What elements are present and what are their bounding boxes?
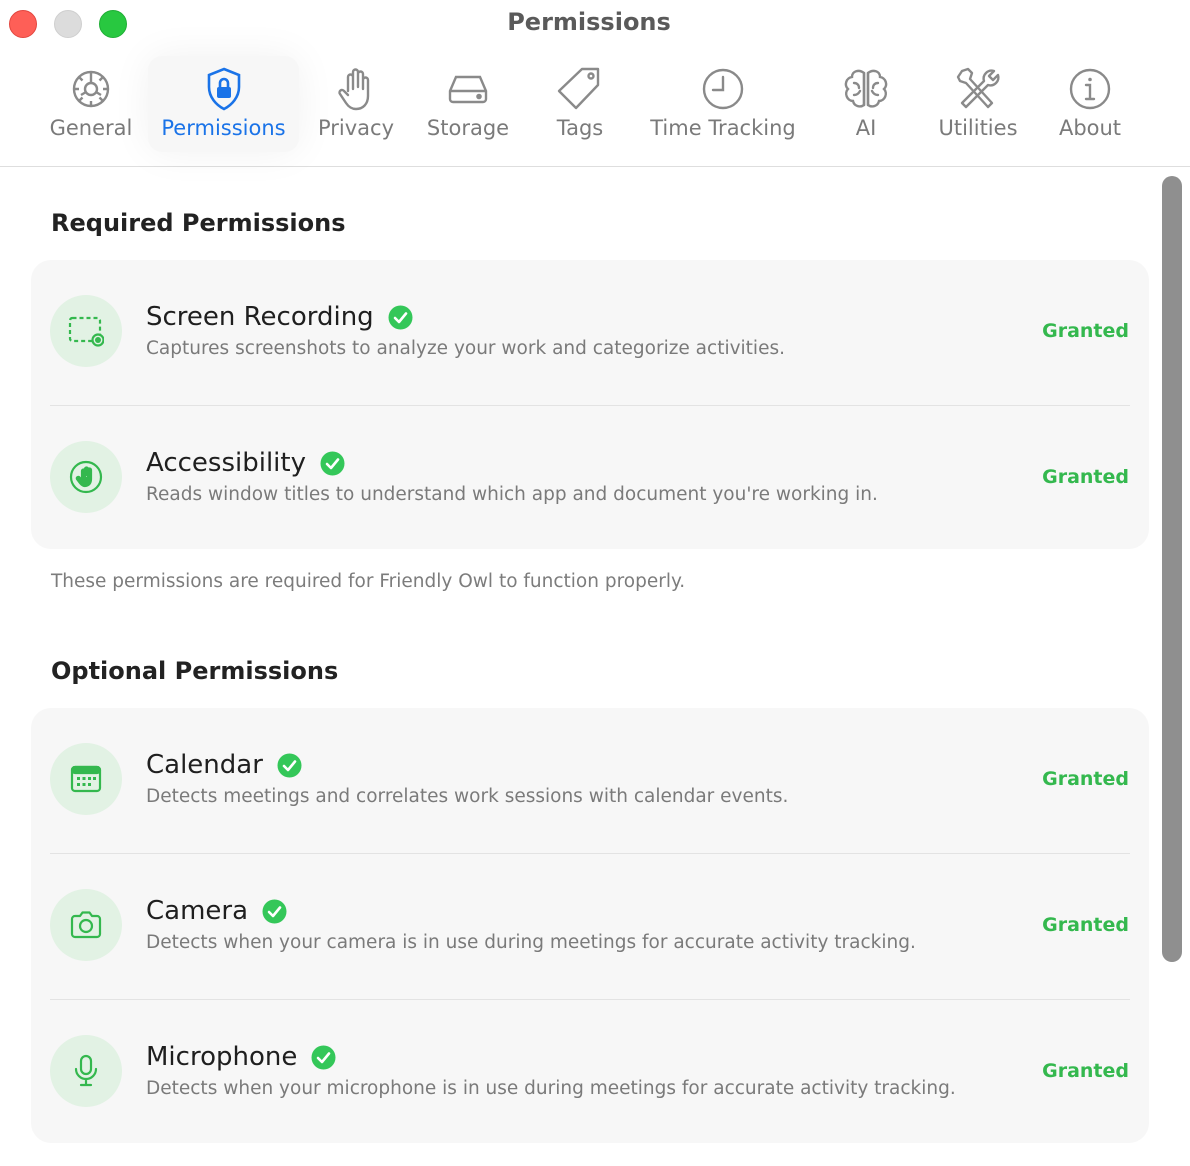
camera-icon [50, 889, 122, 961]
permission-row-calendar: Calendar Detects meetings and correlates… [31, 708, 1149, 854]
permission-description: Detects meetings and correlates work ses… [146, 786, 789, 807]
check-icon [262, 899, 287, 924]
tab-label: Privacy [317, 116, 395, 140]
permission-title: Calendar [146, 750, 302, 780]
status-badge: Granted [1042, 914, 1129, 936]
screen-recording-icon [50, 295, 122, 367]
tab-permissions[interactable]: Permissions [148, 56, 299, 152]
microphone-icon [50, 1035, 122, 1107]
permission-title: Microphone [146, 1042, 336, 1072]
tab-label: AI [855, 116, 877, 140]
gear-icon [65, 65, 117, 113]
permission-row-microphone: Microphone Detects when your microphone … [31, 1000, 1149, 1146]
clock-icon [697, 65, 749, 113]
tab-time-tracking[interactable]: Time Tracking [640, 56, 806, 152]
section-title-required: Required Permissions [51, 209, 346, 237]
check-icon [277, 753, 302, 778]
tab-label: Permissions [161, 116, 286, 140]
window-title: Permissions [507, 8, 671, 36]
tab-label: General [49, 116, 133, 140]
permission-description: Captures screenshots to analyze your wor… [146, 338, 785, 359]
settings-window: Permissions General Permissions Privacy … [0, 0, 1190, 1166]
permission-row-camera: Camera Detects when your camera is in us… [31, 854, 1149, 1000]
scrollbar-thumb[interactable] [1162, 176, 1182, 962]
tab-utilities[interactable]: Utilities [928, 56, 1028, 152]
tag-icon [554, 65, 606, 113]
drive-icon [442, 65, 494, 113]
tab-label: Tags [556, 116, 604, 140]
tools-icon [952, 65, 1004, 113]
permission-title: Screen Recording [146, 302, 413, 332]
tab-tags[interactable]: Tags [538, 56, 622, 152]
tab-label: Utilities [938, 116, 1018, 140]
required-note: These permissions are required for Frien… [51, 571, 686, 592]
permission-row-accessibility: Accessibility Reads window titles to und… [31, 406, 1149, 552]
tab-general[interactable]: General [38, 56, 144, 152]
required-permissions-card: Screen Recording Captures screenshots to… [31, 260, 1149, 549]
toolbar: Permissions General Permissions Privacy … [0, 0, 1190, 167]
status-badge: Granted [1042, 466, 1129, 488]
tab-ai[interactable]: AI [832, 56, 900, 152]
hand-icon [330, 65, 382, 113]
permission-title: Accessibility [146, 448, 345, 478]
tab-storage[interactable]: Storage [414, 56, 522, 152]
calendar-icon [50, 743, 122, 815]
permission-description: Reads window titles to understand which … [146, 484, 878, 505]
permission-description: Detects when your camera is in use durin… [146, 932, 916, 953]
check-icon [311, 1045, 336, 1070]
status-badge: Granted [1042, 1060, 1129, 1082]
check-icon [388, 305, 413, 330]
permission-description: Detects when your microphone is in use d… [146, 1078, 956, 1099]
permission-row-screen-recording: Screen Recording Captures screenshots to… [31, 260, 1149, 406]
permission-title: Camera [146, 896, 287, 926]
tab-label: About [1058, 116, 1122, 140]
check-icon [320, 451, 345, 476]
lock-shield-icon [198, 65, 250, 113]
section-title-optional: Optional Permissions [51, 657, 339, 685]
tab-about[interactable]: About [1046, 56, 1134, 152]
optional-permissions-card: Calendar Detects meetings and correlates… [31, 708, 1149, 1143]
status-badge: Granted [1042, 768, 1129, 790]
info-icon [1064, 65, 1116, 113]
tab-privacy[interactable]: Privacy [306, 56, 406, 152]
status-badge: Granted [1042, 320, 1129, 342]
accessibility-hand-icon [50, 441, 122, 513]
tab-label: Storage [426, 116, 510, 140]
brain-icon [840, 65, 892, 113]
tab-label: Time Tracking [650, 116, 796, 140]
